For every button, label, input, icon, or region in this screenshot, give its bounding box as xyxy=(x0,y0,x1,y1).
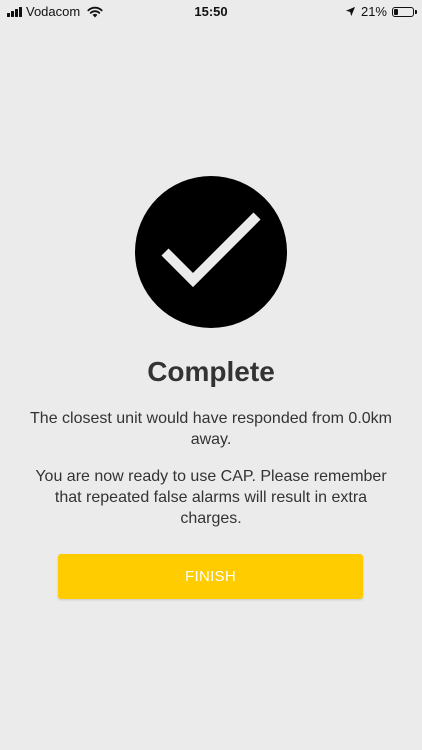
page-title: Complete xyxy=(147,356,275,387)
battery-fill xyxy=(394,8,398,15)
location-arrow-icon xyxy=(345,6,356,17)
finish-button[interactable]: FINISH xyxy=(58,554,363,599)
response-distance-message: The closest unit would have responded fr… xyxy=(30,410,392,448)
battery-percent: 21% xyxy=(360,4,387,19)
battery-icon xyxy=(392,6,417,17)
ready-message: You are now ready to use CAP. Please rem… xyxy=(35,468,387,527)
checkmark-icon xyxy=(161,212,261,288)
status-bar: Vodacom 15:50 21% xyxy=(0,0,422,22)
success-circle xyxy=(135,176,287,328)
status-right: 21% xyxy=(345,4,417,19)
